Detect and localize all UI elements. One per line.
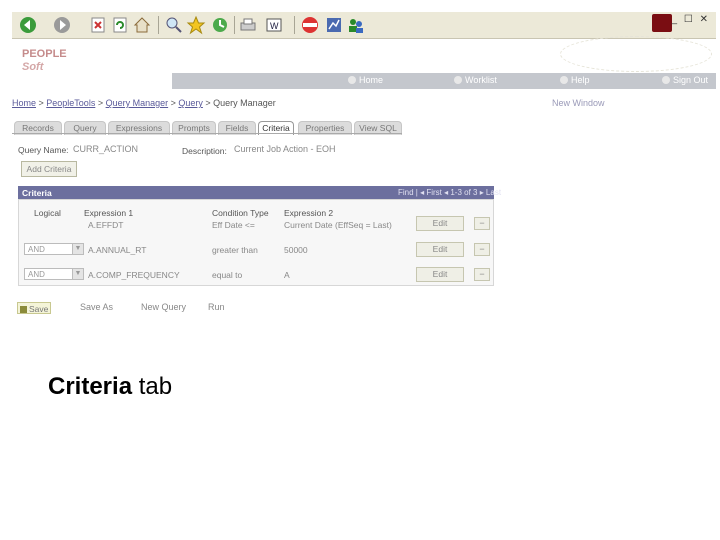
- breadcrumb: Home > PeopleTools > Query Manager > Que…: [12, 98, 276, 108]
- table-row-expr2: 50000: [284, 245, 308, 255]
- column-header-logical: Logical: [34, 208, 61, 218]
- breadcrumb-home[interactable]: Home: [12, 98, 36, 108]
- remove-row-button[interactable]: −: [474, 243, 490, 256]
- query-name-label: Query Name:: [18, 145, 69, 155]
- browser-toolbar: W _ ☐ ✕: [12, 12, 716, 39]
- back-icon[interactable]: [18, 15, 38, 35]
- print-icon[interactable]: [238, 15, 258, 35]
- header-swoosh: [560, 36, 712, 72]
- table-row-expr1: A.ANNUAL_RT: [88, 245, 147, 255]
- sign-out-icon: [662, 76, 670, 84]
- edit-button[interactable]: Edit: [416, 216, 464, 231]
- column-header-expression1: Expression 1: [84, 208, 134, 218]
- table-row-condition: equal to: [212, 270, 243, 280]
- logical-select[interactable]: AND ▼: [24, 268, 84, 280]
- nav-help[interactable]: Help: [560, 75, 590, 85]
- criteria-grid-title: Criteria: [22, 188, 52, 198]
- description-label: Description:: [182, 146, 227, 156]
- chevron-down-icon: ▼: [72, 244, 83, 254]
- table-row-expr2: Current Date (EffSeq = Last): [284, 220, 392, 230]
- refresh-icon[interactable]: [110, 15, 130, 35]
- word-icon[interactable]: W: [264, 15, 284, 35]
- new-window-link[interactable]: New Window: [552, 98, 605, 108]
- favorites-icon[interactable]: [186, 15, 206, 35]
- edit-button[interactable]: Edit: [416, 242, 464, 257]
- new-query-link[interactable]: New Query: [141, 302, 186, 312]
- peoplesoft-logo: PEOPLE Soft: [22, 48, 67, 73]
- tab-divider: [12, 133, 402, 134]
- add-criteria-button[interactable]: Add Criteria: [21, 161, 77, 177]
- chevron-down-icon: ▼: [72, 269, 83, 279]
- chart-tool-icon[interactable]: [324, 15, 344, 35]
- nav-sign-out[interactable]: Sign Out: [662, 75, 708, 85]
- edit-button[interactable]: Edit: [416, 267, 464, 282]
- column-header-expression2: Expression 2: [284, 208, 334, 218]
- nav-home[interactable]: Home: [348, 75, 383, 85]
- breadcrumb-query-manager[interactable]: Query Manager: [106, 98, 169, 108]
- home-icon[interactable]: [132, 15, 152, 35]
- description-value: Current Job Action - EOH: [234, 144, 336, 154]
- forward-icon[interactable]: [52, 15, 72, 35]
- table-row-expr1: A.EFFDT: [88, 220, 124, 230]
- table-row-expr1: A.COMP_FREQUENCY: [88, 270, 180, 280]
- messenger-icon[interactable]: [346, 15, 366, 35]
- column-header-condition-type: Condition Type: [212, 208, 269, 218]
- logical-select[interactable]: AND ▼: [24, 243, 84, 255]
- worklist-icon: [454, 76, 462, 84]
- windows-logo-icon: [652, 14, 672, 32]
- save-button[interactable]: Save: [17, 302, 51, 314]
- nav-worklist[interactable]: Worklist: [454, 75, 497, 85]
- table-row-condition: greater than: [212, 245, 258, 255]
- search-icon[interactable]: [164, 15, 184, 35]
- save-icon: [20, 306, 27, 313]
- history-icon[interactable]: [210, 15, 230, 35]
- criteria-grid-nav[interactable]: Find | ◂ First ◂ 1-3 of 3 ▸ Last: [398, 188, 501, 197]
- universal-nav-bar: Home Worklist Help Sign Out: [172, 73, 716, 89]
- window-controls[interactable]: _ ☐ ✕: [672, 14, 710, 25]
- remove-row-button[interactable]: −: [474, 268, 490, 281]
- query-name-value: CURR_ACTION: [73, 144, 139, 154]
- help-icon: [560, 76, 568, 84]
- run-link[interactable]: Run: [208, 302, 225, 312]
- save-as-link[interactable]: Save As: [80, 302, 113, 312]
- table-row-condition: Eff Date <=: [212, 220, 255, 230]
- svg-text:W: W: [270, 21, 279, 31]
- breadcrumb-peopletools[interactable]: PeopleTools: [46, 98, 95, 108]
- remove-row-button[interactable]: −: [474, 217, 490, 230]
- home-icon: [348, 76, 356, 84]
- breadcrumb-current: Query Manager: [213, 98, 276, 108]
- stop-icon[interactable]: [88, 15, 108, 35]
- slide-caption: Criteria tab: [48, 373, 173, 400]
- breadcrumb-query[interactable]: Query: [178, 98, 203, 108]
- table-row-expr2: A: [284, 270, 290, 280]
- toolbar-app-icon[interactable]: [300, 15, 320, 35]
